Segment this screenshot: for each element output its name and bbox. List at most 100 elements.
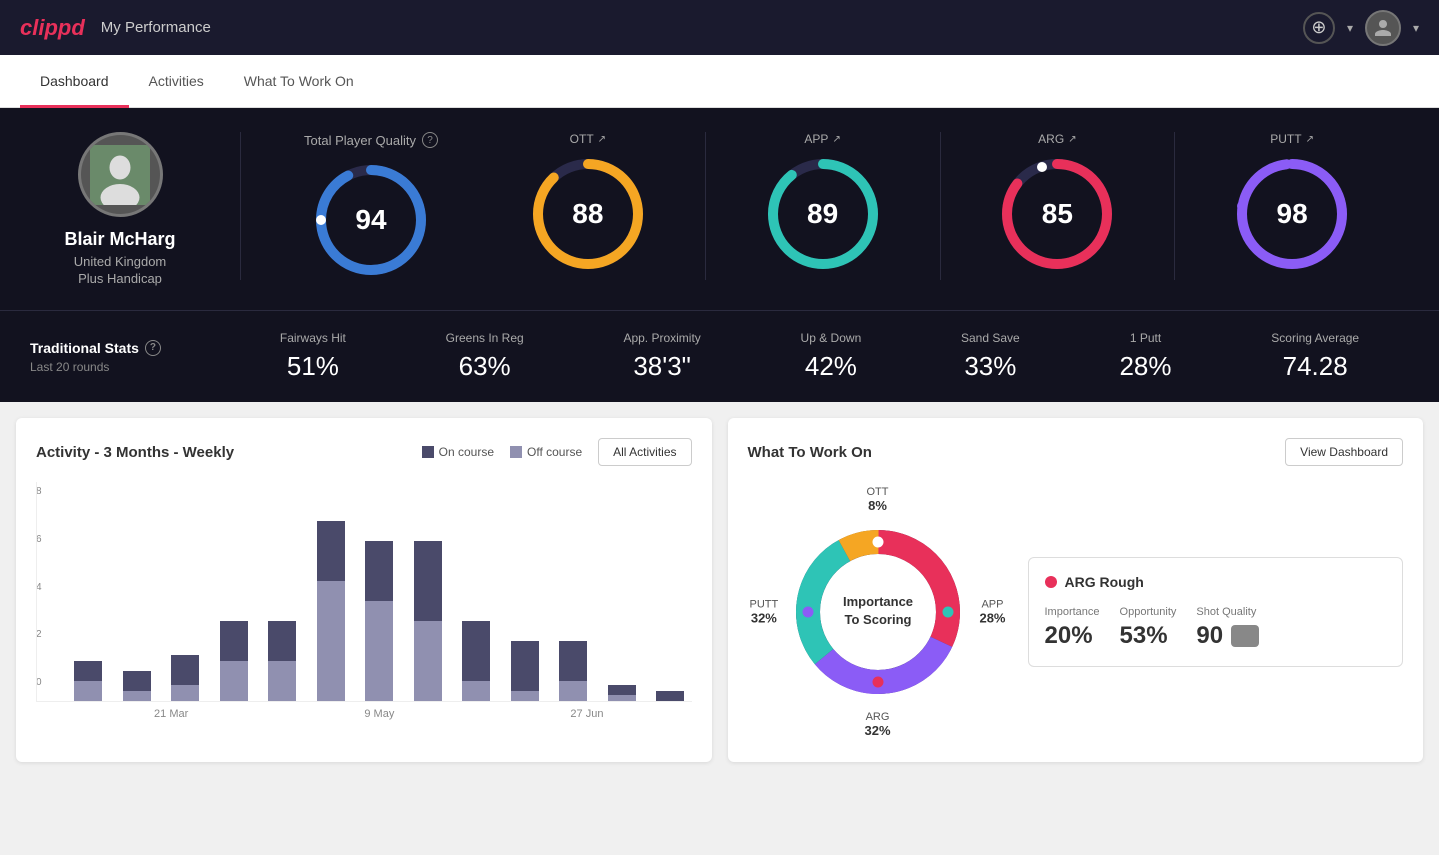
bar-on-5	[317, 521, 345, 581]
bottom-section: Activity - 3 Months - Weekly On course O…	[0, 402, 1439, 778]
stat-sandsave-label: Sand Save	[961, 331, 1020, 345]
svg-text:To Scoring: To Scoring	[844, 612, 911, 627]
bar-group-7	[407, 521, 450, 701]
player-handicap: Plus Handicap	[78, 271, 162, 286]
bar-off-8	[462, 681, 490, 701]
bar-group-1	[116, 521, 159, 701]
stats-label-group: Traditional Stats ? Last 20 rounds	[30, 340, 230, 374]
putt-ring: 98	[1232, 154, 1352, 274]
donut-chart-container: OTT 8% APP 28% ARG 32% PUTT 32%	[748, 482, 1008, 742]
stat-greens-label: Greens In Reg	[446, 331, 524, 345]
work-stat-opportunity: Opportunity 53%	[1120, 606, 1177, 650]
activity-card: Activity - 3 Months - Weekly On course O…	[16, 418, 712, 762]
tab-what-to-work-on[interactable]: What To Work On	[224, 55, 374, 108]
seg-label-app: APP 28%	[979, 599, 1005, 626]
work-stat-shotquality-value: 90	[1196, 622, 1223, 650]
stat-sandsave-value: 33%	[961, 351, 1020, 382]
legend-on-course: On course	[422, 445, 494, 459]
add-chevron-icon: ▾	[1347, 21, 1353, 35]
header-title: My Performance	[101, 19, 211, 36]
stat-oneputt-value: 28%	[1119, 351, 1171, 382]
header-left: clippd My Performance	[20, 15, 211, 41]
hero-section: Blair McHarg United Kingdom Plus Handica…	[0, 108, 1439, 310]
legend-off-course: Off course	[510, 445, 582, 459]
arg-label: ARG ↗	[1038, 132, 1076, 146]
work-stat-opportunity-label: Opportunity	[1120, 606, 1177, 618]
work-card-header: What To Work On View Dashboard	[748, 438, 1404, 466]
bar-off-10	[559, 681, 587, 701]
x-label-jun: 27 Jun	[570, 708, 603, 720]
activity-chart-title: Activity - 3 Months - Weekly	[36, 444, 234, 461]
stat-greens: Greens In Reg 63%	[446, 331, 524, 382]
work-detail-dot	[1045, 576, 1057, 588]
stat-fairways-value: 51%	[280, 351, 346, 382]
header: clippd My Performance ⊕ ▾ ▾	[0, 0, 1439, 55]
player-avatar	[78, 132, 163, 217]
bar-off-3	[220, 661, 248, 701]
arg-ring: 85	[997, 154, 1117, 274]
stats-items: Fairways Hit 51% Greens In Reg 63% App. …	[230, 331, 1409, 382]
app-ring: 89	[763, 154, 883, 274]
bar-group-8	[455, 521, 498, 701]
tab-dashboard[interactable]: Dashboard	[20, 55, 129, 108]
chart-legend: On course Off course	[422, 445, 583, 459]
svg-text:Importance: Importance	[842, 594, 912, 609]
stat-scoring-value: 74.28	[1271, 351, 1359, 382]
bar-on-3	[220, 621, 248, 661]
work-stat-importance-label: Importance	[1045, 606, 1100, 618]
putt-value: 98	[1277, 198, 1308, 230]
plus-icon: ⊕	[1311, 17, 1326, 38]
work-stat-opportunity-value: 53%	[1120, 622, 1177, 650]
player-country: United Kingdom	[74, 254, 167, 269]
arg-value: 85	[1042, 198, 1073, 230]
scores-section: Total Player Quality ? 94 OTT ↗	[240, 132, 1409, 280]
work-stat-importance-value: 20%	[1045, 622, 1100, 650]
seg-label-ott: OTT 8%	[867, 486, 889, 513]
stat-fairways-label: Fairways Hit	[280, 331, 346, 345]
work-stat-importance: Importance 20%	[1045, 606, 1100, 650]
seg-label-arg: ARG 32%	[864, 711, 890, 738]
bar-off-0	[74, 681, 102, 701]
bar-off-11	[608, 695, 636, 701]
bar-on-12	[656, 691, 684, 701]
tab-activities[interactable]: Activities	[129, 55, 224, 108]
stats-info-icon[interactable]: ?	[145, 340, 161, 356]
bar-off-7	[414, 621, 442, 701]
tpq-ring: 94	[311, 160, 431, 280]
user-icon	[1373, 18, 1393, 38]
off-course-dot	[510, 446, 522, 458]
bar-off-5	[317, 581, 345, 701]
stat-updown-label: Up & Down	[801, 331, 862, 345]
bar-on-8	[462, 621, 490, 681]
stat-scoring-label: Scoring Average	[1271, 331, 1359, 345]
ott-value: 88	[572, 198, 603, 230]
all-activities-button[interactable]: All Activities	[598, 438, 691, 466]
stat-proximity: App. Proximity 38'3"	[623, 331, 700, 382]
ott-label: OTT ↗	[570, 132, 606, 146]
stat-greens-value: 63%	[446, 351, 524, 382]
activity-card-header: Activity - 3 Months - Weekly On course O…	[36, 438, 692, 466]
bar-off-6	[365, 601, 393, 701]
stats-subtitle: Last 20 rounds	[30, 360, 230, 374]
seg-label-putt: PUTT 32%	[750, 599, 779, 626]
stat-sandsave: Sand Save 33%	[961, 331, 1020, 382]
score-ott: OTT ↗ 88	[471, 132, 706, 280]
add-button[interactable]: ⊕	[1303, 12, 1335, 44]
score-arg: ARG ↗ 85	[941, 132, 1176, 280]
tabs-nav: Dashboard Activities What To Work On	[0, 55, 1439, 108]
bar-chart-wrapper: 0 2 4 6 8 21 Mar 9 May 27 Jun	[36, 482, 692, 720]
donut-svg: Importance To Scoring	[778, 512, 978, 712]
app-label: APP ↗	[804, 132, 840, 146]
ott-trend-icon: ↗	[598, 134, 606, 145]
bar-on-6	[365, 541, 393, 601]
work-title: What To Work On	[748, 444, 872, 461]
bar-group-6	[358, 521, 401, 701]
user-avatar-button[interactable]	[1365, 10, 1401, 46]
tpq-info-icon[interactable]: ?	[422, 132, 438, 148]
bar-on-0	[74, 661, 102, 681]
stat-oneputt: 1 Putt 28%	[1119, 331, 1171, 382]
app-trend-icon: ↗	[832, 134, 840, 145]
stat-oneputt-label: 1 Putt	[1119, 331, 1171, 345]
bar-chart	[36, 482, 692, 702]
view-dashboard-button[interactable]: View Dashboard	[1285, 438, 1403, 466]
